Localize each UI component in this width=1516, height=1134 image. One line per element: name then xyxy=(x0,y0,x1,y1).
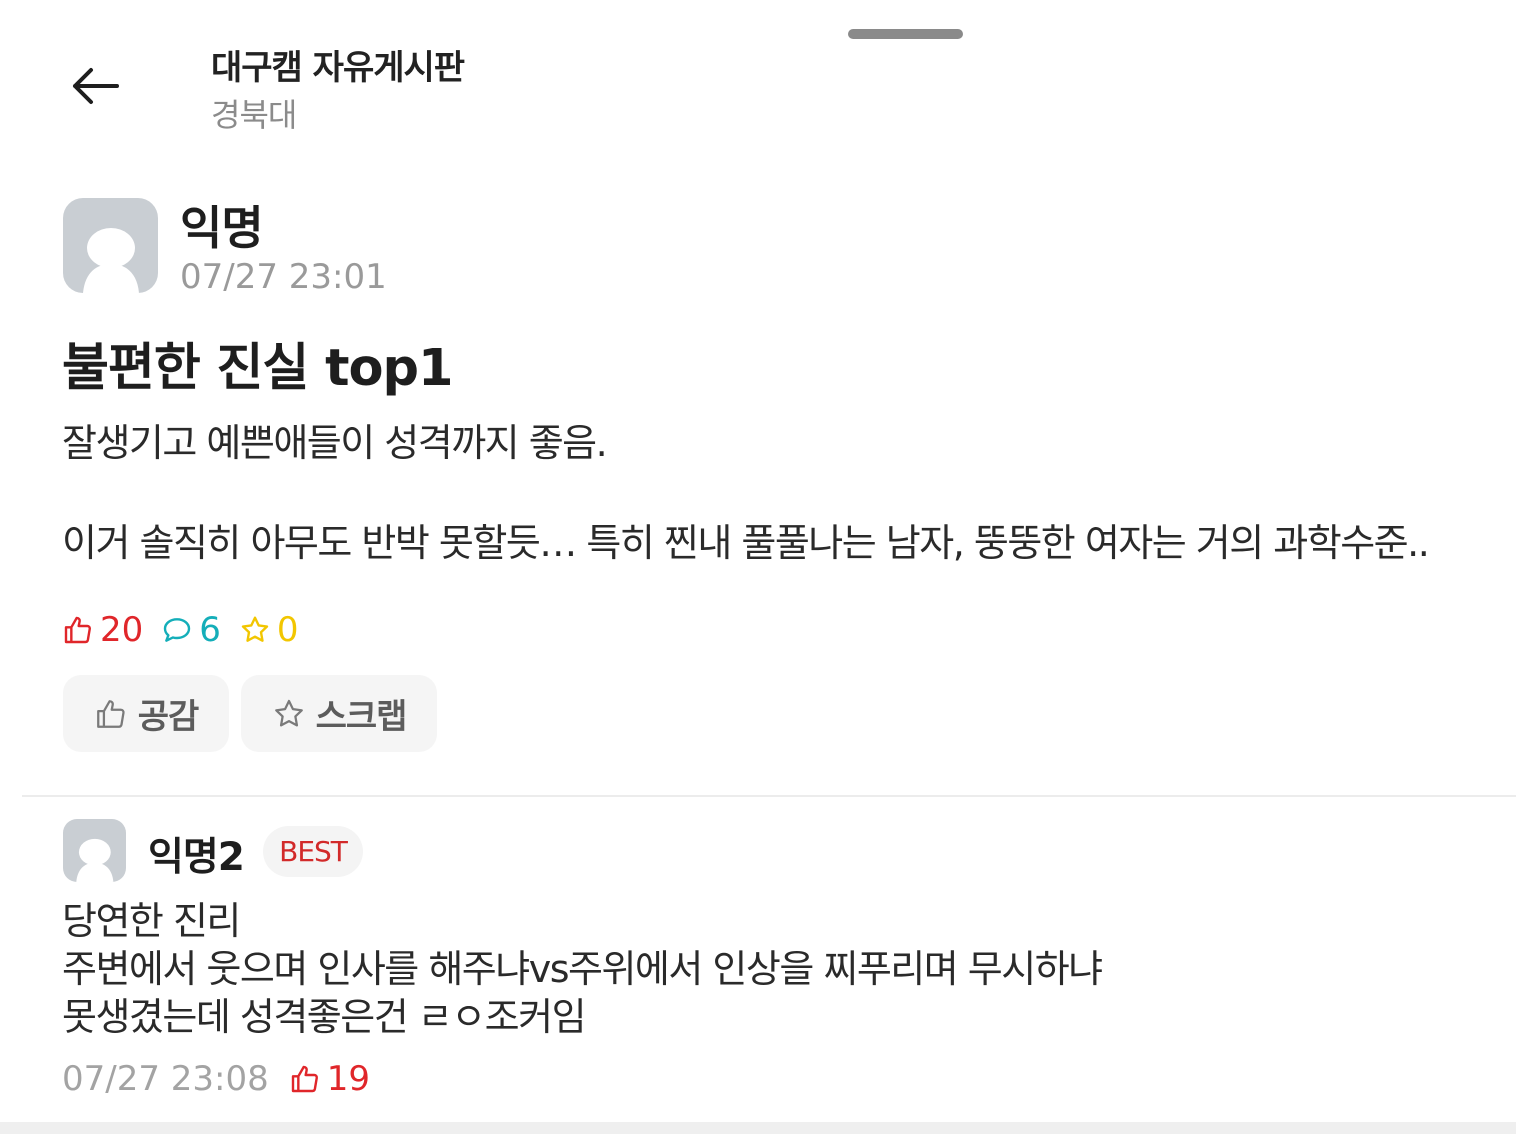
scrap-button-label: 스크랩 xyxy=(315,697,408,737)
like-button-label: 공감 xyxy=(137,697,200,737)
default-profile-icon xyxy=(83,228,139,293)
default-profile-icon xyxy=(76,838,114,882)
scrap-count-stat: 0 xyxy=(239,610,299,650)
avatar xyxy=(63,198,158,293)
speech-bubble-icon xyxy=(164,618,191,642)
star-icon xyxy=(241,616,269,642)
back-button[interactable] xyxy=(64,58,124,114)
comment-count: 6 xyxy=(199,610,221,650)
comment-author-name: 익명2 xyxy=(148,835,245,880)
comment-timestamp: 07/27 23:08 xyxy=(62,1059,269,1099)
comment-count-stat: 6 xyxy=(161,610,221,650)
scrap-count: 0 xyxy=(276,610,299,650)
post-timestamp: 07/27 23:01 xyxy=(180,257,387,297)
sheet-grab-handle[interactable] xyxy=(848,29,963,39)
comment-body: 당연한 진리 주변에서 웃으며 인사를 해주냐vs주위에서 인상을 찌푸리며 무… xyxy=(62,897,1103,1041)
comment-like-value: 19 xyxy=(326,1059,371,1099)
post-body: 잘생기고 예쁜애들이 성격까지 좋음. 이거 솔직히 아무도 반박 못할듯… 특… xyxy=(62,418,1430,568)
comment-like-count: 19 xyxy=(289,1059,370,1099)
post-stats: 20 6 0 xyxy=(62,608,317,652)
board-subtitle: 경북대 xyxy=(211,96,297,134)
comment-body-line: 못생겼는데 성격좋은건 ㄹㅇ조커임 xyxy=(62,995,587,1039)
like-count-stat: 20 xyxy=(62,610,143,650)
post-title: 불편한 진실 top1 xyxy=(62,339,454,398)
post-detail-screen: 대구캠 자유게시판 경북대 익명 07/27 23:01 불편한 진실 top1… xyxy=(0,0,1516,1134)
comment-meta: 07/27 23:08 19 xyxy=(62,1057,370,1101)
comment-avatar xyxy=(63,819,126,882)
like-button[interactable]: 공감 xyxy=(63,675,229,752)
bottom-separator xyxy=(0,1122,1516,1134)
thumbs-up-icon xyxy=(96,699,125,728)
thumbs-up-icon xyxy=(291,1065,318,1093)
thumbs-up-icon xyxy=(64,616,91,644)
comment-body-line: 당연한 진리 xyxy=(62,899,241,943)
post-body-line: 잘생기고 예쁜애들이 성격까지 좋음. xyxy=(62,421,608,465)
star-icon xyxy=(274,699,303,726)
section-divider xyxy=(22,795,1516,797)
arrow-left-icon xyxy=(73,68,119,104)
post-author-name: 익명 xyxy=(180,201,264,255)
board-title: 대구캠 자유게시판 xyxy=(211,48,465,88)
comment-body-line: 주변에서 웃으며 인사를 해주냐vs주위에서 인상을 찌푸리며 무시하냐 xyxy=(62,947,1103,991)
post-body-line: 이거 솔직히 아무도 반박 못할듯… 특히 찐내 풀풀나는 남자, 뚱뚱한 여자… xyxy=(62,521,1430,565)
scrap-button[interactable]: 스크랩 xyxy=(241,675,437,752)
best-badge: BEST xyxy=(263,826,363,877)
like-count: 20 xyxy=(100,610,144,650)
